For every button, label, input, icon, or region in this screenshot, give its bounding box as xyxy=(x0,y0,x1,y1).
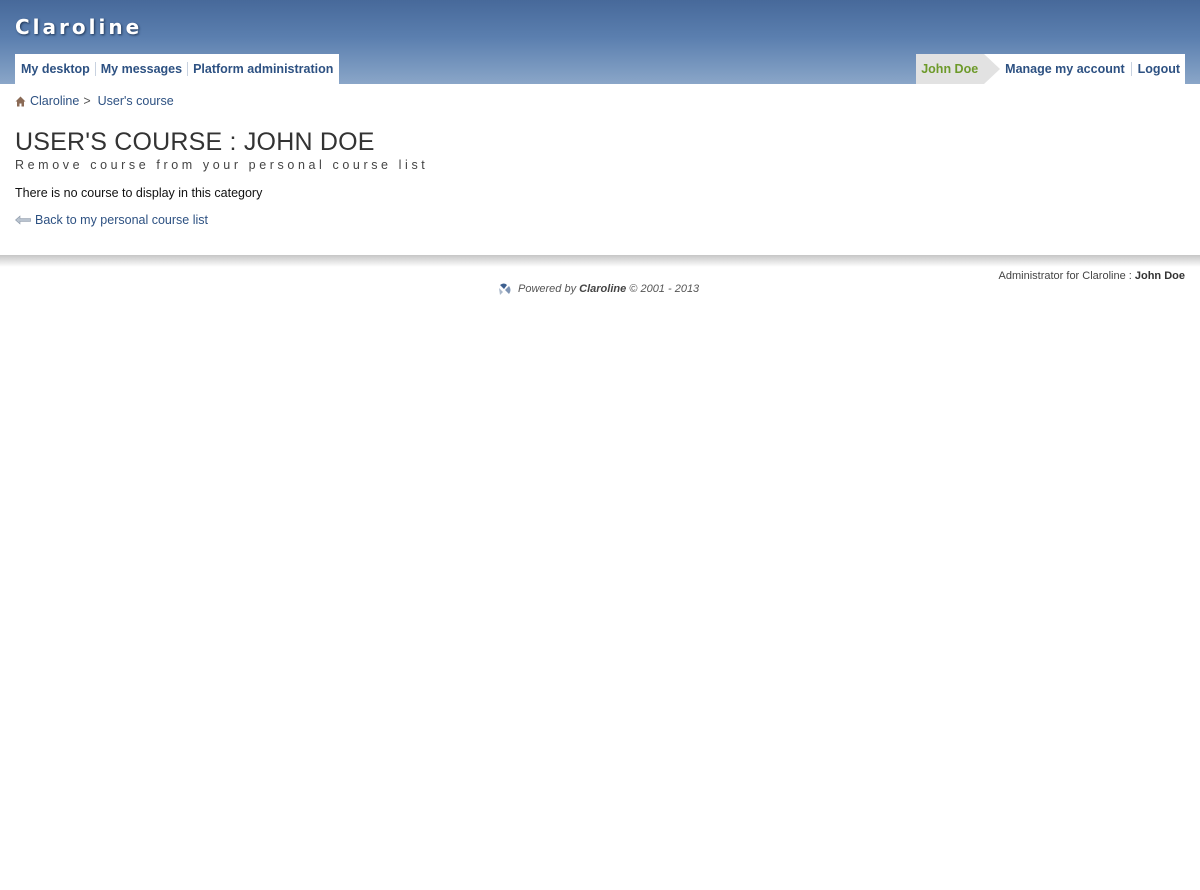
admin-name[interactable]: John Doe xyxy=(1135,270,1185,282)
powered-brand[interactable]: Claroline xyxy=(579,283,626,295)
powered-prefix: Powered by xyxy=(518,283,577,295)
back-arrow-icon xyxy=(15,215,31,225)
breadcrumb-current[interactable]: User's course xyxy=(98,94,174,108)
powered-copyright: © 2001 - 2013 xyxy=(629,283,700,295)
nav-logout[interactable]: Logout xyxy=(1133,62,1185,76)
nav-platform-administration[interactable]: Platform administration xyxy=(189,62,337,76)
back-to-course-list-link[interactable]: Back to my personal course list xyxy=(15,213,208,227)
current-user-name[interactable]: John Doe xyxy=(916,54,1001,84)
footer-divider xyxy=(0,255,1200,267)
nav-divider xyxy=(187,62,189,76)
breadcrumb-separator: > xyxy=(83,94,91,108)
nav-my-messages[interactable]: My messages xyxy=(97,62,186,76)
top-nav-right: John Doe Manage my account Logout xyxy=(916,54,1185,84)
footer-powered-by: Powered by Claroline © 2001 - 2013 xyxy=(498,282,699,296)
page-title: USER'S COURSE : JOHN DOE xyxy=(15,128,375,156)
admin-label: Administrator for Claroline : xyxy=(998,270,1132,282)
back-link-label: Back to my personal course list xyxy=(35,213,208,227)
footer-administrator: Administrator for Claroline : John Doe xyxy=(999,270,1185,282)
home-icon xyxy=(15,96,26,106)
nav-manage-account[interactable]: Manage my account xyxy=(1000,62,1129,76)
site-brand[interactable]: Claroline xyxy=(15,15,142,39)
breadcrumb-home[interactable]: Claroline xyxy=(30,94,79,108)
claroline-logo-icon xyxy=(499,283,511,295)
header-banner: Claroline My desktop My messages Platfor… xyxy=(0,0,1200,84)
nav-my-desktop[interactable]: My desktop xyxy=(17,62,94,76)
nav-divider xyxy=(94,62,96,76)
breadcrumb: Claroline > User's course xyxy=(15,94,174,108)
top-nav-left: My desktop My messages Platform administ… xyxy=(15,54,340,84)
page-subtitle: Remove course from your personal course … xyxy=(15,158,429,172)
empty-state-message: There is no course to display in this ca… xyxy=(15,186,263,200)
nav-divider xyxy=(1130,62,1132,76)
